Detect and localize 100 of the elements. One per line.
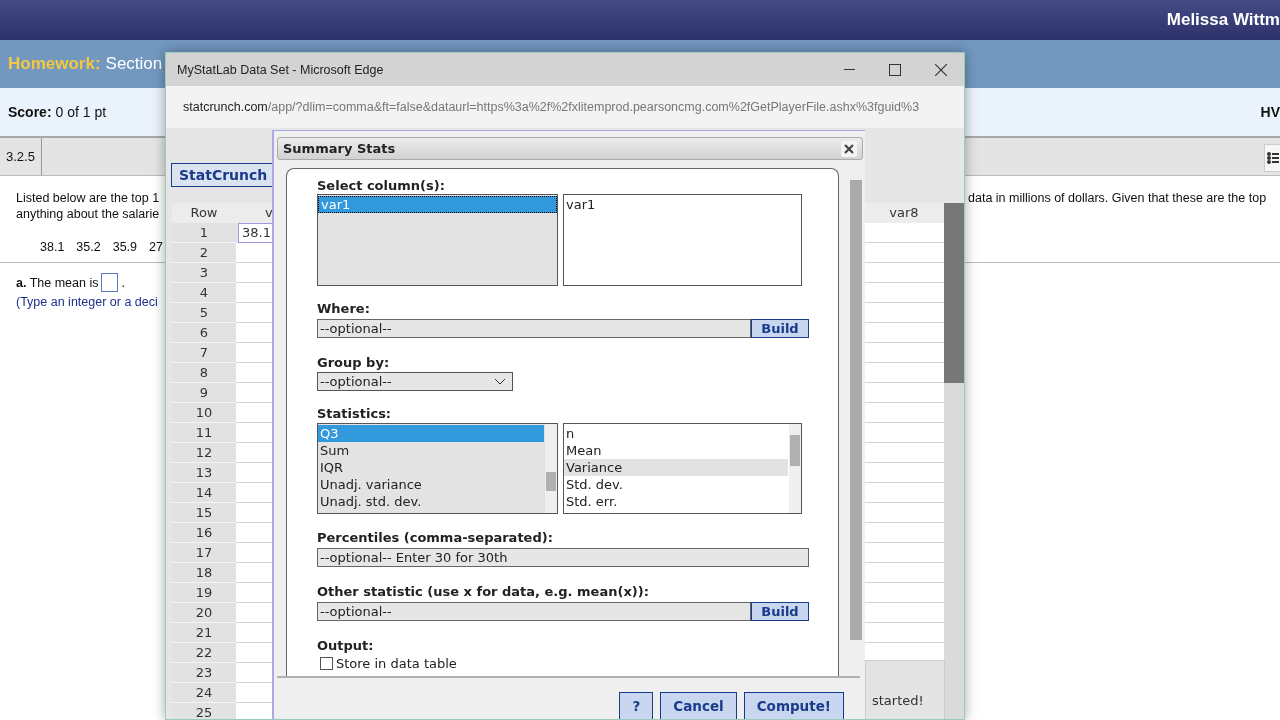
scrollbar[interactable]	[789, 424, 801, 513]
where-field[interactable]: --optional--	[317, 319, 751, 338]
question-number-tab[interactable]: 3.2.5	[0, 138, 42, 175]
close-button[interactable]	[841, 140, 857, 157]
row-number: 24	[172, 683, 236, 703]
row-number: 2	[172, 243, 236, 263]
table-cell[interactable]	[864, 383, 944, 403]
table-cell[interactable]	[864, 403, 944, 423]
question-prompt: a. The mean is	[16, 274, 99, 291]
build-button[interactable]: Build	[751, 602, 809, 621]
list-item[interactable]: n	[564, 425, 788, 442]
row-number: 4	[172, 283, 236, 303]
user-name: Melissa Wittm	[1166, 10, 1280, 30]
field-label: Percentiles (comma-separated):	[317, 530, 554, 546]
chosen-statistics-list[interactable]: n Mean Variance Std. dev. Std. err.	[563, 423, 802, 514]
table-cell[interactable]	[864, 463, 944, 483]
data-value: 35.2	[76, 239, 101, 255]
table-cell[interactable]	[864, 503, 944, 523]
column-header: var8	[864, 203, 944, 223]
row-number: 25	[172, 703, 236, 719]
column-header: Row	[172, 203, 236, 223]
data-value: 35.9	[112, 239, 138, 255]
popup-text: started!	[872, 693, 924, 708]
field-label: Where:	[317, 301, 371, 317]
list-item[interactable]: Mean	[564, 442, 788, 459]
scrollbar[interactable]	[944, 203, 964, 719]
dialog-button[interactable]: Cancel	[660, 692, 737, 719]
row-number: 11	[172, 423, 236, 443]
list-item[interactable]: Sum	[318, 442, 544, 459]
dialog-button[interactable]: ?	[619, 692, 654, 719]
table-cell[interactable]	[864, 563, 944, 583]
table-cell[interactable]	[864, 223, 944, 243]
list-item[interactable]: Variance	[564, 459, 788, 476]
question-text: data in millions of dollars. Given that these are the top	[968, 190, 1268, 206]
table-cell[interactable]	[864, 583, 944, 603]
list-item[interactable]: Unadj. variance	[318, 476, 544, 493]
other-statistic-field[interactable]: --optional--	[317, 602, 751, 621]
table-cell[interactable]	[864, 263, 944, 283]
checkbox[interactable]	[320, 657, 333, 670]
table-cell[interactable]	[864, 363, 944, 383]
row-number: 14	[172, 483, 236, 503]
list-icon	[1266, 151, 1279, 165]
question-text: Listed below are the top 1	[16, 190, 161, 206]
list-item[interactable]: var1	[564, 196, 801, 213]
row-number: 7	[172, 343, 236, 363]
row-number: 15	[172, 503, 236, 523]
list-item[interactable]: Unadj. std. dev.	[318, 493, 544, 510]
list-item[interactable]: Std. dev.	[564, 476, 788, 493]
data-value: 38.1	[40, 239, 65, 255]
table-cell[interactable]	[864, 483, 944, 503]
homework-label: Homework:	[8, 54, 101, 74]
homework-title: Section	[105, 54, 163, 74]
table-cell[interactable]	[864, 443, 944, 463]
table-cell[interactable]	[864, 543, 944, 563]
table-cell[interactable]	[864, 343, 944, 363]
question-text: anything about the salarie	[16, 206, 161, 222]
minimize-icon	[843, 68, 855, 71]
row-number: 9	[172, 383, 236, 403]
row-number: 3	[172, 263, 236, 283]
row-number: 12	[172, 443, 236, 463]
checkbox-label: Store in data table	[336, 656, 457, 671]
field-label: Other statistic (use x for data, e.g. mean(x)):	[317, 584, 650, 600]
statistics-list[interactable]: Q3 Sum IQR Unadj. variance Unadj. std. dev.	[317, 423, 558, 514]
row-number: 1	[172, 223, 236, 243]
row-number: 20	[172, 603, 236, 623]
field-label: Select column(s):	[317, 178, 446, 194]
row-number: 17	[172, 543, 236, 563]
list-item[interactable]: Std. err.	[564, 493, 788, 510]
table-cell[interactable]	[864, 323, 944, 343]
prompt-period: .	[121, 274, 125, 291]
table-cell[interactable]	[864, 303, 944, 323]
scrollbar[interactable]	[545, 424, 557, 513]
field-label: Output:	[317, 638, 375, 654]
answer-box[interactable]	[101, 273, 119, 292]
table-cell[interactable]	[864, 603, 944, 623]
row-number: 18	[172, 563, 236, 583]
window-title: MyStatLab Data Set - Microsoft Edge	[177, 62, 384, 77]
score-text: Score: 0 of 1 pt	[8, 104, 107, 120]
data-value: 27	[149, 239, 163, 255]
chevron-down-icon	[494, 378, 506, 385]
build-button[interactable]: Build	[751, 319, 809, 338]
row-number: 6	[172, 323, 236, 343]
list-item[interactable]: IQR	[318, 459, 544, 476]
table-cell[interactable]	[864, 423, 944, 443]
answer-hint: (Type an integer or a deci	[16, 294, 159, 310]
row-number: 19	[172, 583, 236, 603]
field-label: Statistics:	[317, 406, 393, 422]
row-number: 22	[172, 643, 236, 663]
table-cell[interactable]	[864, 243, 944, 263]
table-cell[interactable]	[864, 523, 944, 543]
list-button[interactable]	[1264, 144, 1280, 172]
table-cell[interactable]	[864, 283, 944, 303]
field-label: Group by:	[317, 355, 391, 371]
group-by-select[interactable]: --optional--	[317, 372, 513, 391]
close-icon	[935, 63, 947, 76]
row-number: 8	[172, 363, 236, 383]
selected-column-list[interactable]: var1	[563, 194, 802, 286]
dialog-button[interactable]: Compute!	[743, 692, 844, 719]
table-cell[interactable]	[864, 623, 944, 643]
percentiles-field[interactable]: --optional-- Enter 30 for 30th	[317, 548, 809, 567]
